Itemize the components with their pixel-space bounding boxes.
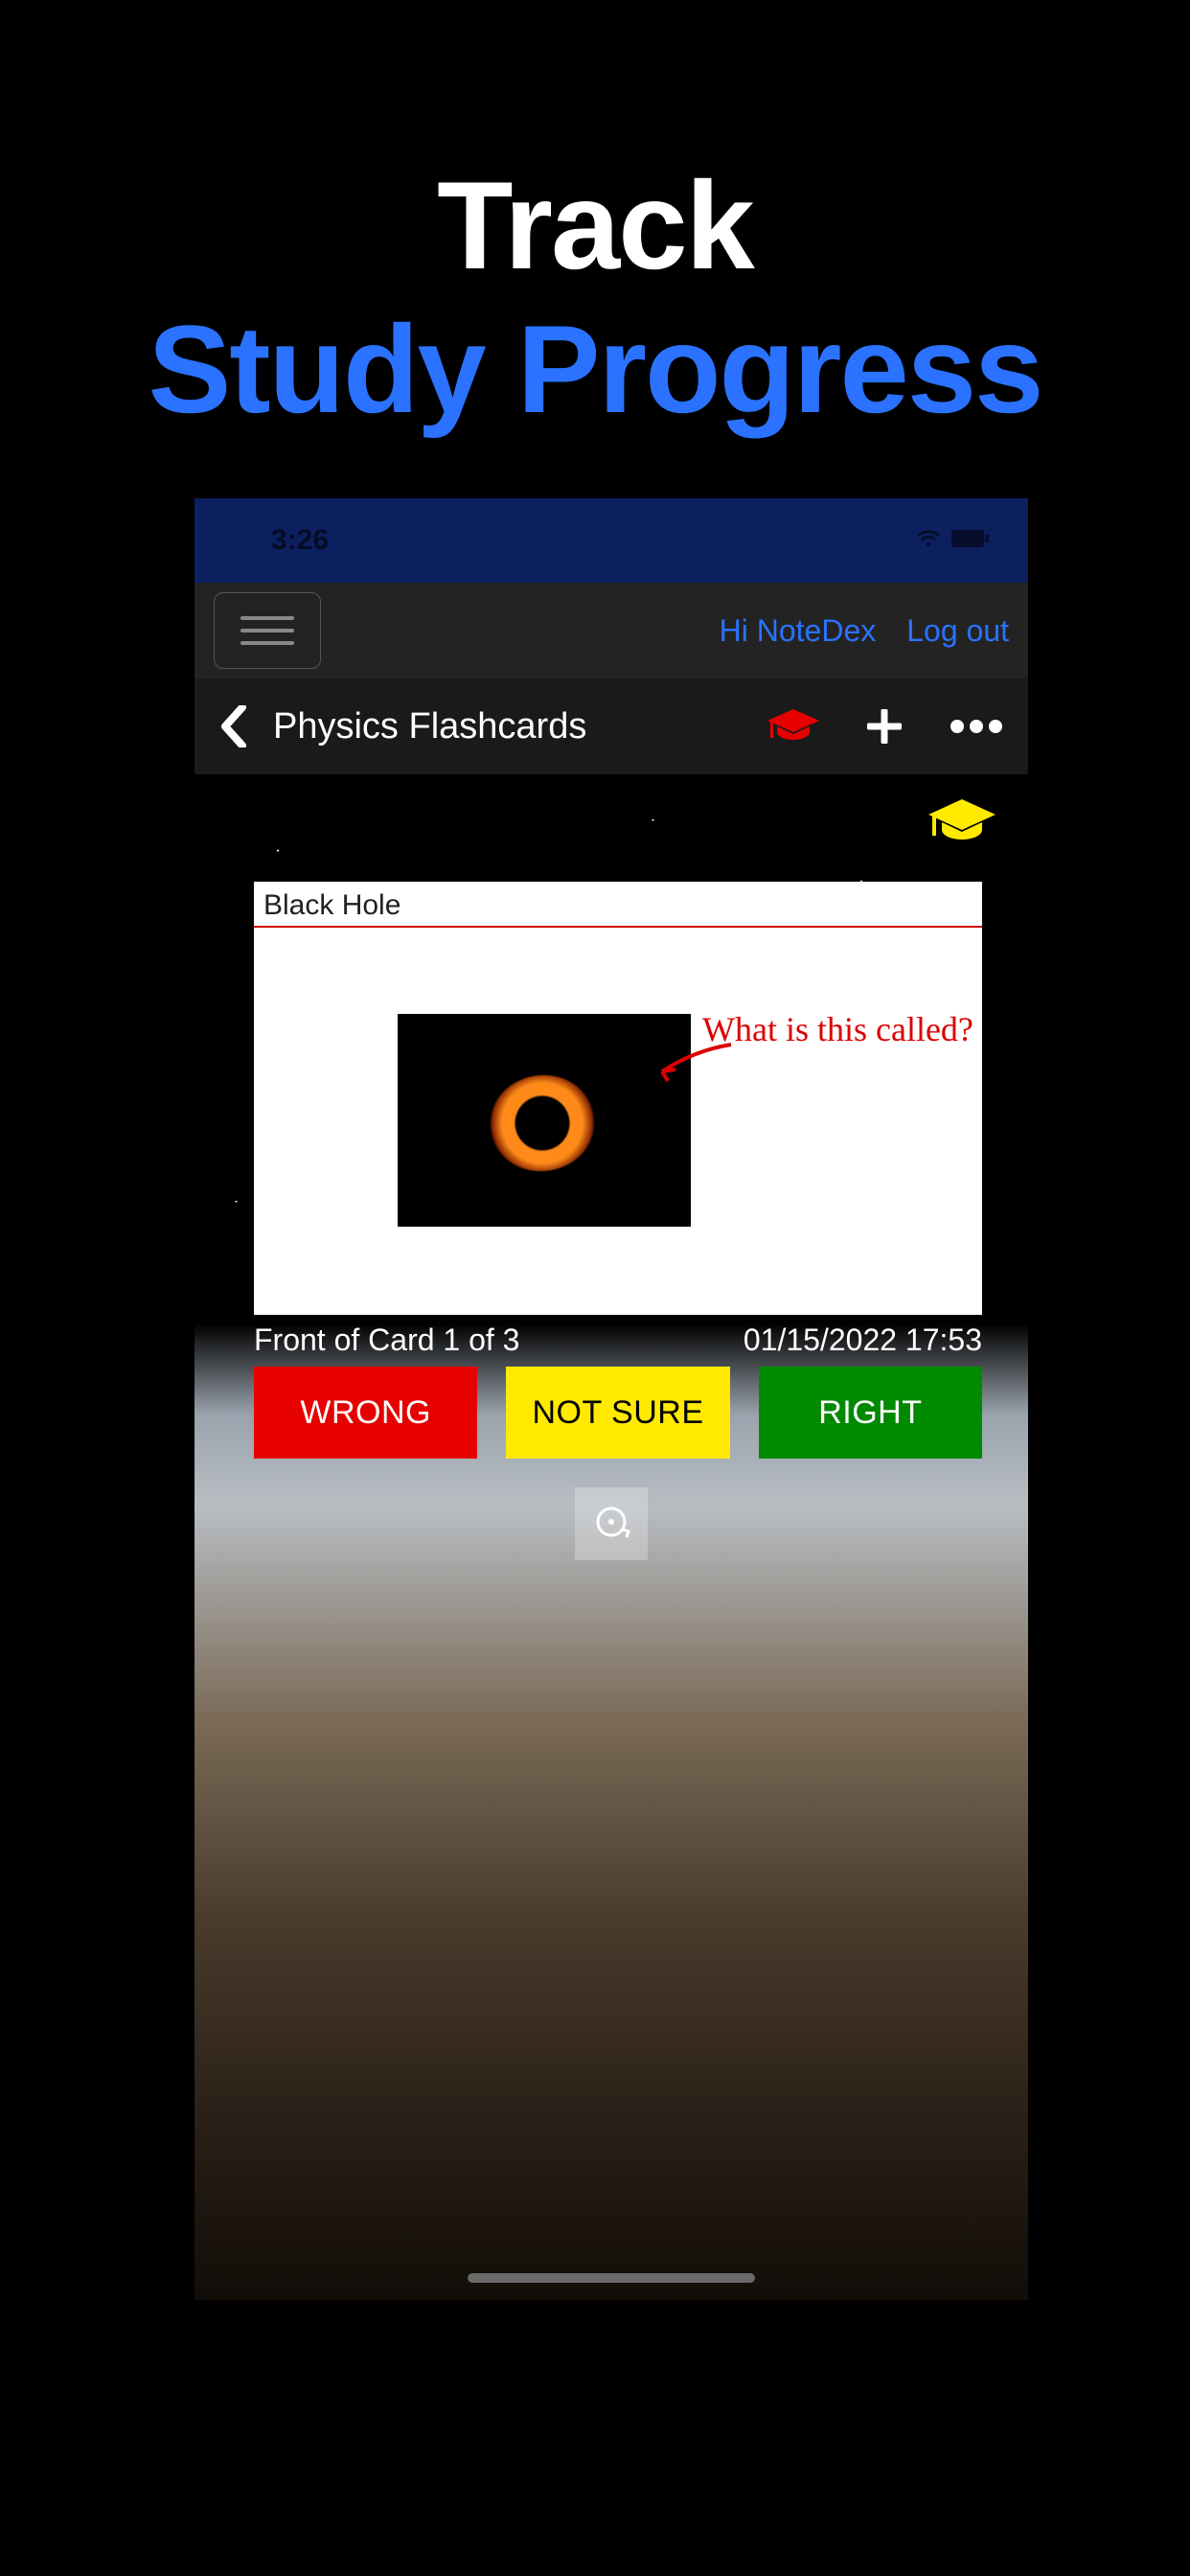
hamburger-menu-button[interactable] (214, 592, 321, 669)
promo-line-2: Study Progress (0, 297, 1190, 441)
card-timestamp: 01/15/2022 17:53 (744, 1322, 982, 1358)
phone-frame: 3:26 Hi NoteDex Log out Physics Flashcar… (195, 498, 1028, 2300)
status-icons (915, 529, 990, 553)
card-meta: Front of Card 1 of 3 01/15/2022 17:53 (254, 1322, 982, 1358)
promo-headline: Track Study Progress (0, 0, 1190, 441)
home-indicator[interactable] (468, 2273, 755, 2283)
graduation-cap-icon[interactable] (767, 709, 819, 744)
status-bar: 3:26 (195, 498, 1028, 583)
card-title: Black Hole (254, 882, 982, 928)
logout-link[interactable]: Log out (906, 613, 1009, 649)
deck-title: Physics Flashcards (273, 706, 741, 748)
back-chevron-icon[interactable] (219, 705, 246, 748)
answer-buttons: WRONG NOT SURE RIGHT (254, 1367, 982, 1459)
plus-icon[interactable] (867, 709, 902, 744)
card-annotation: What is this called? (702, 1010, 990, 1049)
rotate-icon (590, 1501, 632, 1548)
main-content-area: Black Hole What is this called? Front of… (195, 774, 1028, 2300)
wrong-button[interactable]: WRONG (254, 1367, 477, 1459)
promo-line-1: Track (0, 153, 1190, 297)
top-nav: Hi NoteDex Log out (195, 583, 1028, 678)
flashcard[interactable]: Black Hole What is this called? (254, 882, 982, 1315)
greeting-link[interactable]: Hi NoteDex (720, 613, 877, 649)
status-time: 3:26 (271, 524, 329, 557)
card-body: What is this called? (254, 928, 982, 1315)
more-icon[interactable] (950, 719, 1003, 734)
study-mode-cap-icon[interactable] (928, 799, 995, 848)
not-sure-button[interactable]: NOT SURE (506, 1367, 729, 1459)
flip-card-button[interactable] (575, 1487, 648, 1560)
wifi-icon (915, 529, 942, 553)
card-position-label: Front of Card 1 of 3 (254, 1322, 519, 1358)
card-image (398, 1014, 691, 1227)
battery-icon (951, 530, 990, 552)
right-button[interactable]: RIGHT (759, 1367, 982, 1459)
title-bar: Physics Flashcards (195, 678, 1028, 774)
